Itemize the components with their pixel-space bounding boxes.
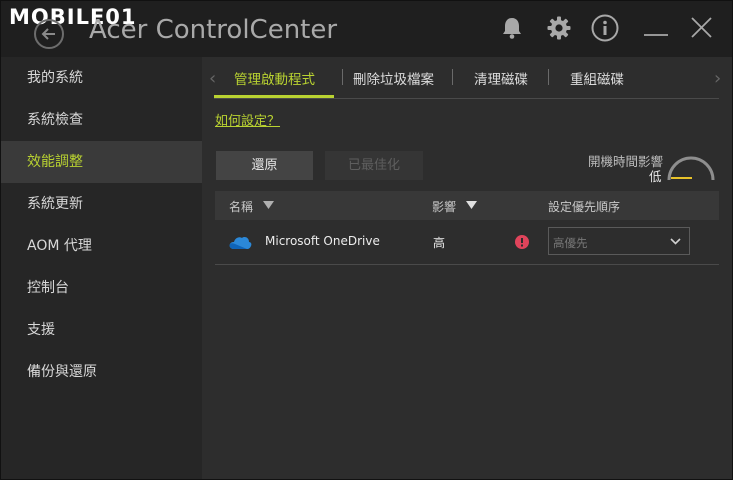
tab-bar: ‹ 管理啟動程式 刪除垃圾檔案 清理磁碟 重組磁碟 › [202, 57, 732, 99]
sidebar-item-support[interactable]: 支援 [1, 309, 202, 351]
impact-column-header[interactable]: 影響 [432, 198, 456, 215]
program-name: Microsoft OneDrive [265, 234, 380, 248]
close-icon [691, 17, 712, 38]
sidebar-item-aom-agent[interactable]: AOM 代理 [1, 225, 202, 267]
tab-scroll-right-icon[interactable]: › [714, 68, 721, 89]
sort-triangle-icon[interactable] [263, 201, 274, 209]
tab-divider [452, 69, 453, 85]
priority-column-header: 設定優先順序 [548, 200, 621, 214]
impact-value: 高 [433, 236, 446, 250]
notifications-button[interactable] [497, 13, 527, 43]
settings-button[interactable] [544, 13, 574, 43]
tab-manage-startup[interactable]: 管理啟動程式 [234, 68, 315, 88]
app-title: Acer ControlCenter [89, 15, 338, 45]
boot-impact-gauge-icon [667, 156, 715, 181]
warning-icon [515, 235, 529, 249]
info-button[interactable] [590, 13, 620, 43]
tab-clean-disk[interactable]: 清理磁碟 [474, 68, 528, 88]
sidebar-item-my-system[interactable]: 我的系統 [1, 57, 202, 99]
main-panel: ‹ 管理啟動程式 刪除垃圾檔案 清理磁碟 重組磁碟 › 如何設定？ 還原 已最佳… [202, 57, 732, 479]
bell-icon [503, 18, 521, 39]
sidebar-item-system-update[interactable]: 系統更新 [1, 183, 202, 225]
info-icon [591, 14, 619, 42]
tab-defrag[interactable]: 重組磁碟 [570, 68, 624, 88]
tab-delete-junk[interactable]: 刪除垃圾檔案 [353, 68, 434, 88]
tab-bar-divider [214, 98, 719, 99]
chevron-down-icon [670, 238, 681, 245]
app-window: MOBILE01 Acer ControlCenter 我的系統 系統檢查 效能… [0, 0, 733, 480]
back-arrow-icon [41, 28, 55, 40]
back-button[interactable] [34, 19, 64, 49]
gear-icon [547, 16, 571, 40]
sort-triangle-icon[interactable] [466, 201, 477, 209]
table-header: 名稱 影響 設定優先順序 [215, 191, 719, 220]
sidebar: 我的系統 系統檢查 效能調整 系統更新 AOM 代理 控制台 支援 備份與還原 [1, 57, 202, 479]
sidebar-item-performance[interactable]: 效能調整 [1, 141, 202, 183]
how-to-setup-link[interactable]: 如何設定？ [215, 110, 280, 129]
onedrive-icon [229, 237, 252, 249]
optimized-button[interactable]: 已最佳化 [325, 151, 423, 180]
title-bar: MOBILE01 Acer ControlCenter [1, 1, 732, 57]
priority-select[interactable]: 高優先 [548, 227, 690, 255]
sidebar-item-backup-restore[interactable]: 備份與還原 [1, 351, 202, 393]
minimize-icon [644, 34, 668, 36]
table-row: Microsoft OneDrive 高 高優先 [215, 220, 719, 265]
sidebar-item-system-check[interactable]: 系統檢查 [1, 99, 202, 141]
priority-select-value: 高優先 [553, 236, 588, 250]
sidebar-item-control-panel[interactable]: 控制台 [1, 267, 202, 309]
tab-divider [548, 69, 549, 85]
close-button[interactable] [687, 13, 717, 43]
minimize-button[interactable] [641, 13, 671, 43]
name-column-header[interactable]: 名稱 [229, 198, 253, 215]
boot-impact-value: 低 [649, 169, 662, 184]
tab-scroll-left-icon[interactable]: ‹ [209, 68, 216, 89]
tab-divider [342, 69, 343, 85]
restore-button[interactable]: 還原 [216, 151, 313, 180]
